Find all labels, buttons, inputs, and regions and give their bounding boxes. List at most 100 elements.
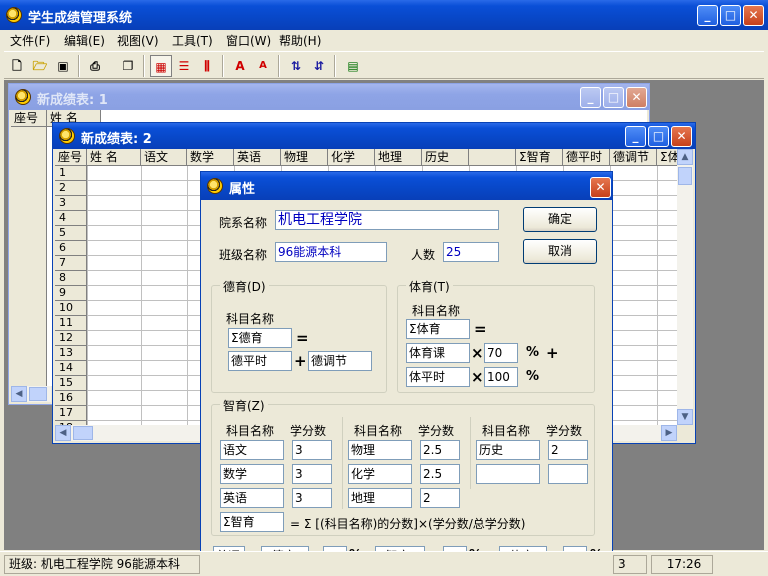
scroll-down-icon[interactable]: ▼ [677,409,693,425]
row-header[interactable]: 16 [55,391,87,406]
row-header[interactable]: 7 [55,256,87,271]
column-header[interactable]: 化学 [328,149,375,166]
menu-view[interactable]: 视图(V) [117,32,159,49]
font-highlight-icon[interactable]: A [252,55,274,77]
scroll-left-icon[interactable]: ◀ [11,386,27,402]
menu-file[interactable]: 文件(F) [10,32,50,49]
close-button[interactable]: ✕ [626,87,647,108]
column-header[interactable]: 历史 [422,149,469,166]
print-icon[interactable]: ⎙ [84,55,106,77]
ok-button[interactable]: 确定 [523,207,597,232]
credit-field[interactable]: 2.5 [420,440,460,460]
row-header[interactable]: 11 [55,316,87,331]
subject-field[interactable]: 历史 [476,440,540,460]
credit-field[interactable]: 3 [292,440,332,460]
copy-icon[interactable]: ❐ [117,55,139,77]
minimize-button[interactable]: _ [580,87,601,108]
grade-window-2-titlebar[interactable]: 新成绩表: 2 _ □ ✕ [53,123,695,149]
column-header[interactable]: Σ体 [657,149,677,166]
vertical-scrollbar[interactable]: ▲ ▼ [677,149,693,425]
credit-field[interactable]: 2 [548,440,588,460]
column-header[interactable]: 英语 [234,149,281,166]
row-header[interactable]: 14 [55,361,87,376]
pe-a-field[interactable]: 体育课 [406,343,470,363]
close-button[interactable]: ✕ [671,126,692,147]
main-titlebar[interactable]: 学生成绩管理系统 _ □ ✕ [0,0,768,30]
font-color-icon[interactable]: A [229,55,251,77]
subject-field[interactable]: 化学 [348,464,412,484]
credit-field[interactable]: 2.5 [420,464,460,484]
menu-window[interactable]: 窗口(W) [226,32,271,49]
cancel-button[interactable]: 取消 [523,239,597,264]
scroll-up-icon[interactable]: ▲ [677,149,693,165]
row-header[interactable]: 3 [55,196,87,211]
new-file-icon[interactable]: 🗋 [6,55,28,77]
scroll-thumb[interactable] [678,167,692,185]
menu-tools[interactable]: 工具(T) [172,32,213,49]
subject-field[interactable]: 语文 [220,440,284,460]
moral-result-field[interactable]: Σ德育 [228,328,292,348]
grid-select-icon[interactable]: ▦ [150,55,172,77]
scroll-thumb[interactable] [29,387,47,401]
dialog-titlebar[interactable]: 属性 ✕ [201,172,612,200]
credit-field[interactable] [548,464,588,484]
moral-b-field[interactable]: 德调节 [308,351,372,371]
pe-a-weight-field[interactable]: 70 [484,343,518,363]
column-header[interactable]: 德平时 [563,149,610,166]
subject-field[interactable] [476,464,540,484]
column-header[interactable]: 物理 [281,149,328,166]
column-header[interactable]: 德调节 [610,149,657,166]
sort-ascending-icon[interactable]: ⇅ [285,55,307,77]
maximize-button[interactable]: □ [648,126,669,147]
class-field[interactable]: 96能源本科 [275,242,387,262]
row-header[interactable]: 2 [55,181,87,196]
row-header[interactable]: 17 [55,406,87,421]
row-header[interactable]: 12 [55,331,87,346]
subject-field[interactable]: 英语 [220,488,284,508]
export-icon[interactable]: ▤ [342,55,364,77]
close-button[interactable]: ✕ [743,5,764,26]
column-header[interactable] [469,149,516,166]
row-header[interactable]: 10 [55,301,87,316]
pe-b-weight-field[interactable]: 100 [484,367,518,387]
moral-a-field[interactable]: 德平时 [228,351,292,371]
scroll-left-icon[interactable]: ◀ [55,425,71,441]
count-field[interactable]: 25 [443,242,499,262]
column-header[interactable]: 座号 [11,110,47,127]
close-button[interactable]: ✕ [590,177,611,198]
scroll-right-icon[interactable]: ▶ [661,425,677,441]
credit-field[interactable]: 2 [420,488,460,508]
dept-field[interactable]: 机电工程学院 [275,210,499,230]
row-header[interactable]: 8 [55,271,87,286]
pe-b-field[interactable]: 体平时 [406,367,470,387]
menu-help[interactable]: 帮助(H) [279,32,321,49]
column-header[interactable]: Σ智育 [516,149,563,166]
menu-edit[interactable]: 编辑(E) [64,32,105,49]
save-icon[interactable]: ▣ [52,55,74,77]
maximize-button[interactable]: □ [603,87,624,108]
credit-field[interactable]: 3 [292,464,332,484]
row-header[interactable]: 1 [55,166,87,181]
credit-field[interactable]: 3 [292,488,332,508]
grade-window-1-titlebar[interactable]: 新成绩表: 1 _ □ ✕ [9,84,649,110]
minimize-button[interactable]: _ [697,5,718,26]
column-header[interactable]: 数学 [187,149,234,166]
column-header[interactable]: 语文 [141,149,187,166]
column-header[interactable]: 座号 [55,149,87,166]
intel-result-field[interactable]: Σ智育 [220,512,284,532]
sort-descending-icon[interactable]: ⇵ [308,55,330,77]
column-header[interactable]: 姓 名 [87,149,141,166]
row-header[interactable]: 4 [55,211,87,226]
insert-row-icon[interactable]: ☰ [173,55,195,77]
row-header[interactable]: 9 [55,286,87,301]
row-header[interactable]: 13 [55,346,87,361]
horizontal-scrollbar[interactable]: ◀ [11,386,51,402]
subject-field[interactable]: 物理 [348,440,412,460]
row-header[interactable]: 6 [55,241,87,256]
scroll-thumb[interactable] [73,426,93,440]
minimize-button[interactable]: _ [625,126,646,147]
pe-result-field[interactable]: Σ体育 [406,319,470,339]
row-header[interactable]: 15 [55,376,87,391]
insert-column-icon[interactable]: ⫼ [196,55,218,77]
row-header[interactable]: 5 [55,226,87,241]
